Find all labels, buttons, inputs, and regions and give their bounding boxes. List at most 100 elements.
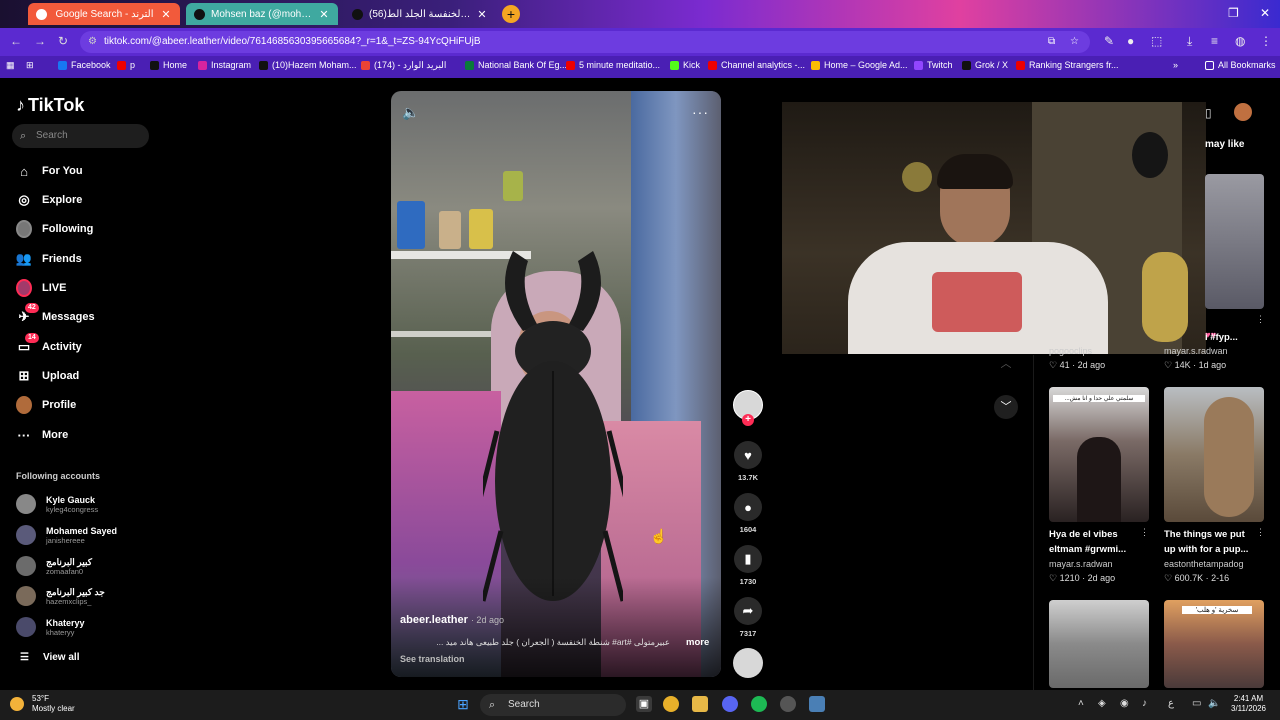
language-indicator[interactable]: ع bbox=[1168, 698, 1174, 709]
browser-tab-active[interactable]: (56)شنطة الخنفسة الجلد الط... ✕ bbox=[344, 3, 496, 25]
tray-expand-icon[interactable]: ˄ bbox=[1078, 698, 1084, 709]
next-video-button[interactable]: ﹀ bbox=[994, 395, 1018, 419]
tiktok-logo[interactable]: ♪ TikTok bbox=[16, 95, 84, 116]
task-view-icon[interactable]: ▣ bbox=[636, 696, 652, 712]
more-bookmarks-icon[interactable]: » bbox=[1173, 60, 1178, 70]
view-all-button[interactable]: ☰ View all bbox=[20, 652, 79, 663]
network-tray-icon[interactable]: ◈ bbox=[1098, 698, 1106, 709]
new-tab-button[interactable]: + bbox=[502, 5, 520, 23]
video-options-icon[interactable]: ⋮ bbox=[1256, 527, 1265, 538]
nav-profile[interactable]: Profile bbox=[16, 396, 76, 414]
video-thumbnail[interactable]: سلمتي علي حدا و انا مش... bbox=[1049, 387, 1149, 522]
mic-tray-icon[interactable]: ♪ bbox=[1142, 698, 1147, 709]
bookmark-kick[interactable]: Kick bbox=[670, 60, 700, 70]
browser-menu-icon[interactable]: ⋮ bbox=[1260, 34, 1272, 48]
close-tab-icon[interactable]: ✕ bbox=[160, 8, 172, 21]
video-thumbnail[interactable]: سخرية 'و هلب' bbox=[1164, 600, 1264, 688]
forward-icon[interactable]: → bbox=[34, 34, 46, 48]
close-window-icon[interactable]: ✕ bbox=[1260, 6, 1270, 20]
bookmark-nbe[interactable]: National Bank Of Eg... bbox=[465, 60, 567, 70]
video-author[interactable]: mayar.s.radwan bbox=[1164, 346, 1228, 356]
save-button[interactable]: ▮ 1730 bbox=[734, 545, 762, 586]
nav-live[interactable]: LIVE bbox=[16, 279, 66, 297]
nav-activity[interactable]: ▭ 14 Activity bbox=[16, 333, 82, 355]
nav-for-you[interactable]: ⌂ For You bbox=[16, 163, 82, 179]
video-options-icon[interactable]: ⋮ bbox=[1256, 314, 1265, 325]
bookmark-twitch[interactable]: Twitch bbox=[914, 60, 953, 70]
nav-explore[interactable]: ◎ Explore bbox=[16, 192, 82, 208]
nav-following[interactable]: Following bbox=[16, 220, 93, 238]
bookmark-facebook[interactable]: Facebook bbox=[58, 60, 111, 70]
browser-tab-google[interactable]: Google Search - الترند ✕ bbox=[28, 3, 180, 25]
caption-more-button[interactable]: more bbox=[686, 637, 709, 648]
install-app-icon[interactable]: ⧉ bbox=[1048, 31, 1055, 53]
taskbar-clock[interactable]: 2:41 AM 3/11/2026 bbox=[1231, 694, 1266, 714]
grid-icon[interactable]: ⊞ bbox=[26, 60, 34, 71]
search-input[interactable]: ⌕ Search bbox=[12, 124, 149, 148]
media-controls-icon[interactable]: ≡ bbox=[1211, 34, 1218, 48]
nav-more[interactable]: ··· More bbox=[16, 427, 69, 443]
spotify-icon[interactable] bbox=[751, 696, 767, 712]
device-icon[interactable]: ▯ bbox=[1205, 106, 1212, 120]
video-author[interactable]: pogooclips bbox=[1049, 346, 1092, 356]
bookmark-star-icon[interactable]: ☆ bbox=[1070, 31, 1079, 53]
address-bar[interactable]: ⚙ tiktok.com/@abeer.leather/video/761468… bbox=[80, 31, 1090, 53]
bookmark-ranking[interactable]: Ranking Strangers fr... bbox=[1016, 60, 1119, 70]
browser-tab-mohsen[interactable]: Mohsen baz (@mohsen_baz11) ✕ bbox=[186, 3, 338, 25]
video-title[interactable]: i #fyp... bbox=[1205, 330, 1265, 345]
extension-pin-icon[interactable]: ✎ bbox=[1104, 34, 1114, 48]
apps-icon[interactable]: ▦ bbox=[6, 60, 15, 71]
profile-icon[interactable]: ◍ bbox=[1235, 34, 1245, 48]
volume-icon[interactable]: 🔈 bbox=[402, 104, 419, 121]
nav-upload[interactable]: ⊞ Upload bbox=[16, 368, 80, 384]
video-thumbnail[interactable] bbox=[1205, 174, 1264, 309]
share-button[interactable]: ➦ 7317 bbox=[734, 597, 762, 638]
account-item[interactable]: Mohamed Sayed janishereee bbox=[16, 525, 117, 545]
close-tab-icon[interactable]: ✕ bbox=[318, 8, 330, 21]
taskbar-search[interactable]: ⌕ Search bbox=[480, 694, 626, 716]
extensions-icon[interactable]: ⬚ bbox=[1151, 34, 1162, 48]
see-translation-link[interactable]: See translation bbox=[400, 654, 465, 664]
video-options-icon[interactable]: ··· bbox=[692, 104, 709, 120]
nav-messages[interactable]: ✈ 42 Messages bbox=[16, 303, 95, 325]
video-author[interactable]: eastonthetampadog bbox=[1164, 559, 1244, 569]
extension-record-icon[interactable]: ● bbox=[1127, 34, 1134, 48]
account-item[interactable]: جد كبير البرنامج hazemxclips_ bbox=[16, 586, 105, 606]
windows-start-icon[interactable]: ⊞ bbox=[455, 696, 471, 712]
bookmark-channel-analytics[interactable]: Channel analytics -... bbox=[708, 60, 805, 70]
video-author[interactable]: mayar.s.radwan bbox=[1049, 559, 1113, 569]
display-tray-icon[interactable]: ▭ bbox=[1192, 698, 1201, 709]
all-bookmarks[interactable]: All Bookmarks bbox=[1205, 60, 1276, 70]
site-info-icon[interactable]: ⚙ bbox=[88, 31, 97, 53]
video-options-icon[interactable]: ⋮ bbox=[1140, 527, 1149, 538]
account-item[interactable]: كبير البرنامج zomaafan0 bbox=[16, 556, 92, 576]
video-thumbnail[interactable] bbox=[1049, 600, 1149, 688]
video-title[interactable]: Hya de el vibes eltmam #grwmi... bbox=[1049, 527, 1139, 557]
video-player[interactable] bbox=[391, 91, 721, 677]
bookmark-p[interactable]: p bbox=[117, 60, 135, 70]
bookmark-gmail[interactable]: (174) - البريد الوارد bbox=[361, 60, 446, 71]
app-icon[interactable] bbox=[809, 696, 825, 712]
download-icon[interactable]: ⤓ bbox=[1187, 34, 1192, 49]
reload-icon[interactable]: ↻ bbox=[58, 34, 68, 48]
comment-button[interactable]: ● 1604 bbox=[734, 493, 762, 534]
account-item[interactable]: Kyle Gauck kyleg4congress bbox=[16, 494, 98, 514]
nav-friends[interactable]: 👥 Friends bbox=[16, 251, 82, 267]
video-thumbnail[interactable] bbox=[1164, 387, 1264, 522]
video-author[interactable]: abeer.leather · 2d ago bbox=[400, 614, 504, 626]
weather-widget[interactable]: 53°F Mostly clear bbox=[10, 694, 75, 714]
previous-video-button[interactable]: ︿ bbox=[994, 355, 1018, 375]
video-title[interactable]: The things we put up with for a pup... bbox=[1164, 527, 1256, 557]
steam-icon[interactable] bbox=[780, 696, 796, 712]
sound-avatar[interactable] bbox=[733, 648, 763, 678]
bookmark-x-home[interactable]: Home bbox=[150, 60, 187, 70]
volume-tray-icon[interactable]: 🔈 bbox=[1208, 698, 1220, 709]
discord-icon[interactable] bbox=[722, 696, 738, 712]
bookmark-google-ads[interactable]: Home – Google Ad... bbox=[811, 60, 908, 70]
file-explorer-icon[interactable] bbox=[692, 696, 708, 712]
bookmark-hazem[interactable]: (10)Hazem Moham... bbox=[259, 60, 357, 70]
back-icon[interactable]: ← bbox=[10, 34, 22, 48]
bookmark-instagram[interactable]: Instagram bbox=[198, 60, 251, 70]
chrome-icon[interactable] bbox=[663, 696, 679, 712]
restore-window-icon[interactable]: ❐ bbox=[1228, 6, 1239, 20]
